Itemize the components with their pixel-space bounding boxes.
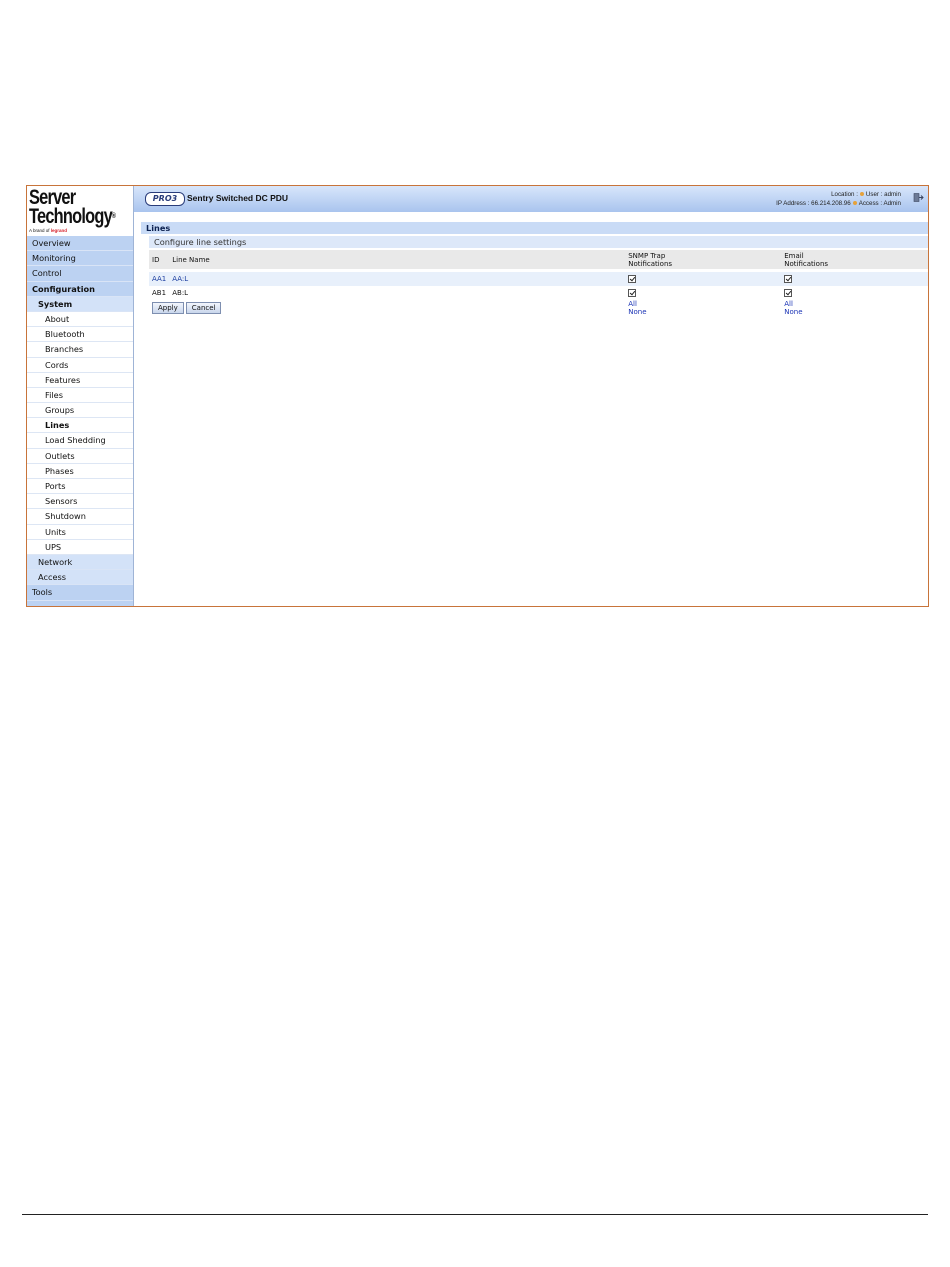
line-name: AB:L <box>169 286 625 300</box>
server-technology-logo: Server Technology® A brand of legrand <box>27 186 133 236</box>
status-dot-icon <box>859 192 864 196</box>
page-subtitle: Configure line settings <box>149 236 928 248</box>
logo-line2: Technology® <box>29 205 116 228</box>
main-content: PRO3 Sentry Switched DC PDU Location : Us… <box>134 186 928 606</box>
snmp-checkbox[interactable] <box>628 275 637 283</box>
table-row: AB1 AB:L <box>149 286 928 300</box>
page-footer-rule <box>22 1214 928 1215</box>
sidebar-item-ups[interactable]: UPS <box>27 539 133 555</box>
email-header-line2: Notifications <box>784 259 829 268</box>
email-checkbox[interactable] <box>784 289 793 297</box>
user-label: User : admin <box>865 191 901 198</box>
col-email-header: Email Notifications <box>781 250 928 269</box>
email-select-none-link[interactable]: None <box>784 308 925 316</box>
email-cell <box>781 286 928 300</box>
pro3-badge: PRO3 <box>145 192 185 206</box>
sidebar-nav: Overview Monitoring Control Configuration Sy… <box>27 236 133 601</box>
logout-icon[interactable] <box>913 192 924 203</box>
line-id-text: AB1 <box>152 289 167 297</box>
sidebar-item-ports[interactable]: Ports <box>27 479 133 495</box>
sidebar-item-files[interactable]: Files <box>27 387 133 404</box>
logo-line2-text: Technology <box>29 205 113 228</box>
email-select-all-link[interactable]: All <box>784 300 925 308</box>
ip-label: IP Address : 66.214.208.96 <box>776 200 851 207</box>
table-row: AA1 AA:L <box>149 272 928 286</box>
snmp-header-line1: SNMP Trap <box>628 251 666 260</box>
session-info-line1: Location : User : admin <box>776 190 901 199</box>
cancel-button[interactable]: Cancel <box>185 302 222 314</box>
session-info-line2: IP Address : 66.214.208.96 Access : Admin <box>776 199 901 208</box>
sidebar-item-monitoring[interactable]: Monitoring <box>27 251 133 267</box>
buttons-cell: Apply Cancel <box>149 300 625 316</box>
sidebar-item-groups[interactable]: Groups <box>27 403 133 419</box>
session-info: Location : User : admin IP Address : 66.2… <box>776 190 901 208</box>
sidebar-item-branches[interactable]: Branches <box>27 342 133 358</box>
actions-row: Apply Cancel All None All None <box>149 300 928 316</box>
line-name: AA:L <box>169 272 626 286</box>
sidebar-item-about[interactable]: About <box>27 311 133 328</box>
sidebar-item-tools[interactable]: Tools <box>27 585 133 601</box>
location-label: Location : <box>831 191 858 198</box>
legrand-logo: legrand <box>50 228 68 233</box>
page-title: Lines <box>141 222 928 234</box>
sidebar-item-units[interactable]: Units <box>27 524 133 540</box>
status-dot-icon <box>852 201 857 205</box>
col-name-header: Line Name <box>169 250 626 269</box>
snmp-select-links: All None <box>625 300 781 316</box>
sidebar-item-features[interactable]: Features <box>27 372 133 388</box>
col-id-header: ID <box>149 250 170 269</box>
page-header: PRO3 Sentry Switched DC PDU Location : Us… <box>134 186 928 212</box>
line-name-text: AB:L <box>172 289 189 297</box>
logo-brand-prefix: A brand of <box>29 228 50 233</box>
sidebar-item-outlets[interactable]: Outlets <box>27 448 133 464</box>
lines-table: ID Line Name SNMP Trap Notifications Emai… <box>149 250 928 316</box>
email-select-links: All None <box>781 300 928 316</box>
sidebar-item-lines[interactable]: Lines <box>27 418 133 434</box>
sidebar-item-bluetooth[interactable]: Bluetooth <box>27 327 133 343</box>
sidebar-item-overview[interactable]: Overview <box>27 236 133 252</box>
logo-reg-mark: ® <box>111 213 116 220</box>
snmp-select-none-link[interactable]: None <box>628 308 778 316</box>
sidebar-item-cords[interactable]: Cords <box>27 357 133 373</box>
product-name: Sentry Switched DC PDU <box>187 193 289 203</box>
email-cell <box>781 272 928 286</box>
sidebar-item-configuration[interactable]: Configuration <box>27 281 133 297</box>
table-header-row: ID Line Name SNMP Trap Notifications Emai… <box>149 250 928 269</box>
app-frame: Server Technology® A brand of legrand Ov… <box>26 185 929 607</box>
col-snmp-header: SNMP Trap Notifications <box>625 250 782 269</box>
apply-button[interactable]: Apply <box>152 302 184 314</box>
access-label: Access : Admin <box>858 200 901 207</box>
logo-brand: A brand of legrand <box>29 228 133 233</box>
sidebar-item-control[interactable]: Control <box>27 266 133 282</box>
sidebar-item-access[interactable]: Access <box>27 570 133 586</box>
email-header-line1: Email <box>784 251 804 260</box>
sidebar-item-network[interactable]: Network <box>27 554 133 571</box>
snmp-select-all-link[interactable]: All <box>628 300 778 308</box>
sidebar-item-sensors[interactable]: Sensors <box>27 494 133 510</box>
line-id[interactable]: AA1 <box>149 272 170 286</box>
snmp-checkbox[interactable] <box>628 289 637 297</box>
snmp-cell <box>625 286 781 300</box>
sidebar-item-phases[interactable]: Phases <box>27 463 133 479</box>
sidebar-item-shutdown[interactable]: Shutdown <box>27 509 133 525</box>
sidebar-item-load-shedding[interactable]: Load Shedding <box>27 433 133 449</box>
snmp-header-line2: Notifications <box>628 259 673 268</box>
sidebar-item-system[interactable]: System <box>27 296 133 312</box>
line-id: AB1 <box>149 286 169 300</box>
line-id-link[interactable]: AA1 <box>152 275 166 283</box>
sidebar: Server Technology® A brand of legrand Ov… <box>27 186 134 606</box>
line-name-text: AA:L <box>172 275 189 283</box>
snmp-cell <box>625 272 782 286</box>
email-checkbox[interactable] <box>784 275 793 283</box>
